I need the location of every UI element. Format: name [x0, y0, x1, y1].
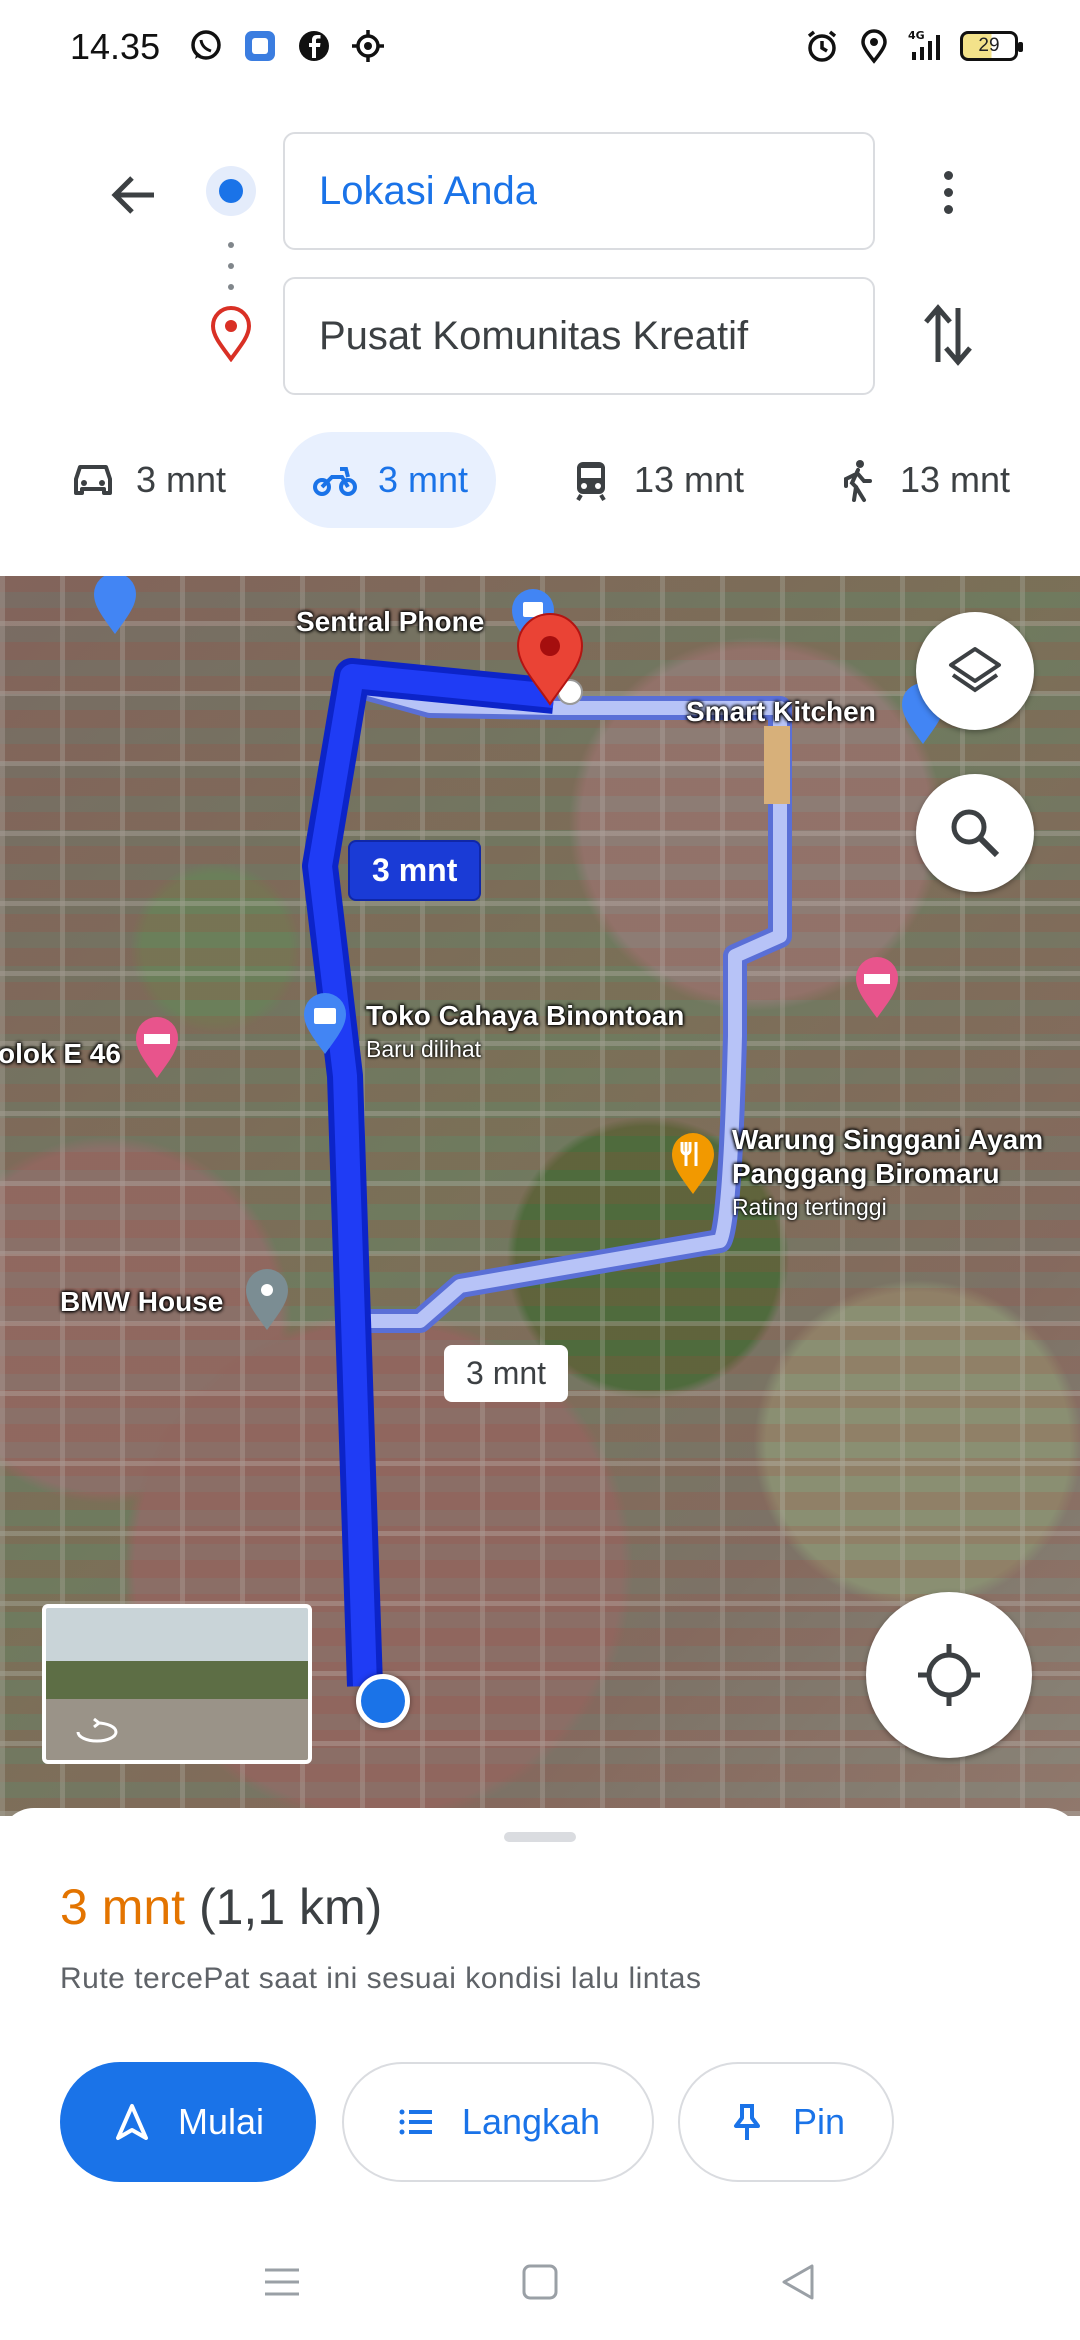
- status-time: 14.35: [70, 26, 161, 67]
- home-nav-button[interactable]: [510, 2252, 570, 2312]
- tab-car[interactable]: 3 mnt: [42, 432, 254, 528]
- route-duration-alternate[interactable]: 3 mnt: [444, 1345, 569, 1402]
- route-duration: 3 mnt: [60, 1879, 186, 1935]
- destination-pin-icon: [210, 306, 252, 362]
- whatsapp-icon: [191, 30, 221, 60]
- back-triangle-icon: [782, 2264, 814, 2300]
- hotel-pin-icon: [136, 1017, 178, 1078]
- transit-icon: [576, 462, 606, 502]
- tab-motorcycle-label: 3 mnt: [378, 459, 469, 500]
- shopping-bag-pin-icon: [304, 993, 346, 1054]
- system-navigation-bar: [0, 2230, 1080, 2340]
- steps-button[interactable]: Langkah: [342, 2062, 654, 2182]
- origin-input[interactable]: Lokasi Anda: [283, 132, 875, 250]
- svg-text:4G: 4G: [908, 29, 925, 42]
- status-left-icons: [188, 28, 386, 64]
- list-icon: [399, 2109, 432, 2135]
- origin-dot-icon: [206, 166, 256, 216]
- navigation-arrow-icon: [115, 2104, 148, 2140]
- destination-input[interactable]: Pusat Komunitas Kreatif: [283, 277, 875, 395]
- shop-pin-icon: [94, 576, 136, 634]
- swap-icon[interactable]: [918, 300, 978, 370]
- place-label-warung-2[interactable]: Panggang Biromaru: [732, 1158, 1000, 1190]
- place-pin-icon: [246, 1269, 288, 1330]
- route-description: Rute tercePat saat ini sesuai kondisi la…: [60, 1962, 702, 1995]
- status-bar: 14.35 4G 29: [0, 0, 1080, 96]
- battery-icon: 29: [960, 31, 1023, 61]
- tab-motorcycle[interactable]: 3 mnt: [284, 432, 497, 528]
- home-square-icon: [522, 2264, 558, 2300]
- current-location-marker: [356, 1674, 410, 1728]
- alarm-icon: [807, 30, 837, 62]
- back-button[interactable]: [98, 160, 168, 230]
- my-location-button[interactable]: [866, 1592, 1032, 1758]
- status-right-icons: 4G 29: [804, 28, 1023, 64]
- route-duration-main[interactable]: 3 mnt: [348, 840, 482, 901]
- facebook-icon: [299, 31, 329, 61]
- pushpin-icon: [733, 2104, 760, 2140]
- tab-walk-label: 13 mnt: [900, 459, 1011, 500]
- restaurant-pin-icon: [672, 1133, 714, 1194]
- place-label-smart-kitchen[interactable]: Smart Kitchen: [686, 696, 876, 728]
- back-nav-button[interactable]: [768, 2252, 828, 2312]
- pin-label: Pin: [792, 2101, 846, 2142]
- crosshair-icon: [918, 1644, 980, 1706]
- destination-marker-icon: [516, 613, 584, 706]
- search-along-route-button[interactable]: [916, 774, 1034, 892]
- layers-icon: [949, 647, 1001, 693]
- menu-nav-button[interactable]: [252, 2252, 312, 2312]
- signal-4g-icon: 4G: [908, 29, 940, 60]
- search-icon: [951, 809, 1000, 858]
- motorcycle-icon: [313, 467, 357, 496]
- street-view-thumbnail[interactable]: [42, 1604, 312, 1764]
- start-label: Mulai: [177, 2101, 265, 2142]
- location-target-icon: [352, 30, 384, 62]
- route-distance: (1,1 km): [198, 1879, 383, 1935]
- battery-level: 29: [978, 35, 1000, 56]
- walk-icon: [844, 460, 872, 502]
- place-label-warung-1[interactable]: Warung Singgani Ayam: [732, 1124, 1043, 1156]
- hotel-pin-icon: [856, 957, 898, 1018]
- tab-transit-label: 13 mnt: [634, 459, 745, 500]
- rotate-360-icon: [76, 1718, 118, 1743]
- place-sub-warung: Rating tertinggi: [732, 1194, 887, 1220]
- location-icon: [861, 29, 887, 64]
- tab-walk[interactable]: 13 mnt: [806, 432, 1038, 528]
- more-options-button[interactable]: [918, 160, 978, 224]
- place-label-toko[interactable]: Toko Cahaya Binontoan: [366, 1000, 684, 1032]
- car-icon: [74, 465, 112, 495]
- place-sub-toko: Baru dilihat: [366, 1036, 482, 1062]
- route-connector-dots: [228, 242, 234, 290]
- app-icon: [245, 31, 275, 61]
- route-summary: 3 mnt (1,1 km): [60, 1878, 382, 1936]
- sheet-drag-handle[interactable]: [504, 1832, 576, 1842]
- menu-icon: [265, 2268, 299, 2296]
- arrow-back-icon: [111, 176, 154, 214]
- steps-label: Langkah: [461, 2101, 601, 2142]
- place-label-bmw[interactable]: BMW House: [60, 1286, 223, 1318]
- travel-mode-tabs: 3 mnt 3 mnt 13 mnt 13 mnt: [0, 432, 1080, 532]
- layers-button[interactable]: [916, 612, 1034, 730]
- place-label-sentral-phone[interactable]: Sentral Phone: [296, 606, 484, 638]
- map-view[interactable]: Sentral Phone Smart Kitchen 3 mnt Toko C…: [0, 576, 1080, 1816]
- pin-button[interactable]: Pin: [678, 2062, 894, 2182]
- tab-car-label: 3 mnt: [136, 459, 227, 500]
- place-label-blok[interactable]: olok E 46: [0, 1038, 121, 1070]
- start-navigation-button[interactable]: Mulai: [60, 2062, 316, 2182]
- tab-transit[interactable]: 13 mnt: [540, 432, 772, 528]
